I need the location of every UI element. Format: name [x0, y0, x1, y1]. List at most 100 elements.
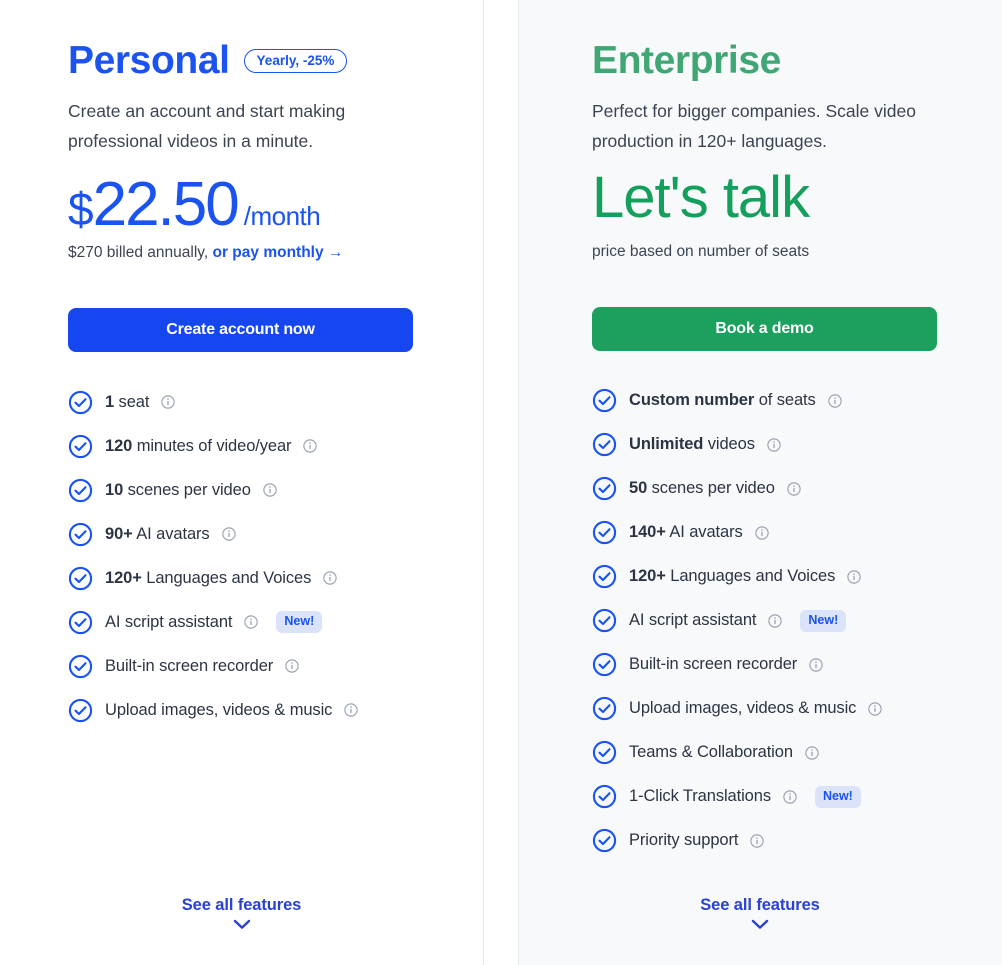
plan-card-personal: Personal Yearly, -25% Create an account …	[0, 0, 483, 965]
list-item: Built-in screen recorder	[592, 643, 972, 687]
page-title: Personal	[68, 39, 230, 82]
info-icon[interactable]	[787, 482, 801, 496]
checkmark-circle-icon	[592, 433, 617, 457]
pay-monthly-link[interactable]: or pay monthly →	[213, 244, 344, 261]
feature-label: 10 scenes per video	[105, 480, 251, 499]
checkmark-circle-icon	[68, 522, 93, 546]
checkmark-circle-icon	[592, 785, 617, 809]
list-item: AI script assistant New!	[68, 600, 453, 644]
list-item: Unlimited videos	[592, 423, 972, 467]
price-period: /month	[243, 201, 321, 231]
info-icon[interactable]	[783, 790, 797, 804]
yearly-discount-badge: Yearly, -25%	[243, 48, 348, 74]
price-currency: $	[68, 183, 94, 235]
list-item: Priority support	[592, 819, 972, 863]
info-icon[interactable]	[344, 703, 358, 717]
see-all-features-label[interactable]: See all features	[700, 896, 820, 914]
feature-label: 120 minutes of video/year	[105, 436, 292, 455]
feature-label: 120+ Languages and Voices	[629, 567, 836, 586]
create-account-button[interactable]: Create account now	[68, 308, 413, 352]
list-item: AI script assistant New!	[592, 599, 972, 643]
info-icon[interactable]	[303, 439, 318, 453]
see-all-features-enterprise[interactable]: See all features	[518, 896, 1002, 930]
feature-label: 1-Click Translations	[629, 787, 771, 806]
price-amount: 22.50	[92, 170, 240, 239]
feature-label: Teams & Collaboration	[629, 743, 793, 762]
list-item: 140+ AI avatars	[592, 511, 972, 555]
list-item: 1 seat	[68, 380, 453, 424]
see-all-features-label[interactable]: See all features	[182, 896, 302, 914]
info-icon[interactable]	[263, 483, 277, 497]
feature-list-personal: 1 seat 120 minutes of video/year 10 scen…	[68, 380, 453, 732]
feature-label: 140+ AI avatars	[629, 523, 743, 542]
list-item: 1-Click Translations New!	[592, 775, 972, 819]
feature-label: 1 seat	[105, 392, 150, 411]
see-all-features-personal[interactable]: See all features	[0, 896, 483, 930]
checkmark-circle-icon	[68, 654, 93, 678]
checkmark-circle-icon	[68, 390, 93, 414]
lets-talk-text: Let's talk	[592, 165, 810, 230]
info-icon[interactable]	[809, 658, 823, 672]
feature-label: 90+ AI avatars	[105, 524, 210, 543]
checkmark-circle-icon	[68, 698, 93, 722]
column-divider-right	[518, 0, 519, 965]
info-icon[interactable]	[323, 571, 337, 585]
checkmark-circle-icon	[592, 477, 617, 501]
new-badge: New!	[800, 610, 847, 632]
list-item: Built-in screen recorder	[68, 644, 453, 688]
book-demo-button[interactable]: Book a demo	[592, 306, 937, 351]
feature-label: AI script assistant	[105, 612, 233, 631]
plan-header-personal: Personal Yearly, -25%	[68, 38, 453, 84]
new-badge: New!	[814, 786, 861, 808]
list-item: 10 scenes per video	[68, 468, 453, 512]
billing-note-text: $270 billed annually,	[68, 244, 213, 261]
checkmark-circle-icon	[592, 565, 617, 589]
list-item: Upload images, videos & music	[592, 687, 972, 731]
list-item: 120+ Languages and Voices	[592, 555, 972, 599]
plan-description-enterprise: Perfect for bigger companies. Scale vide…	[592, 101, 916, 151]
price-display-enterprise: Let's talk	[592, 165, 972, 230]
price-display-personal: $ 22.50 /month	[68, 174, 453, 236]
feature-label: Upload images, videos & music	[105, 700, 333, 719]
info-icon[interactable]	[161, 395, 176, 409]
checkmark-circle-icon	[68, 434, 93, 458]
info-icon[interactable]	[244, 615, 259, 629]
feature-label: Upload images, videos & music	[629, 699, 857, 718]
chevron-down-icon[interactable]	[233, 919, 251, 930]
list-item: Teams & Collaboration	[592, 731, 972, 775]
checkmark-circle-icon	[592, 697, 617, 721]
checkmark-circle-icon	[68, 566, 93, 590]
checkmark-circle-icon	[592, 653, 617, 677]
checkmark-circle-icon	[592, 829, 617, 853]
checkmark-circle-icon	[592, 741, 617, 765]
info-icon[interactable]	[805, 746, 819, 760]
page-title-enterprise: Enterprise	[592, 39, 781, 82]
list-item: 90+ AI avatars	[68, 512, 453, 556]
pricing-plans-comparison: Personal Yearly, -25% Create an account …	[0, 0, 1002, 965]
list-item: 120 minutes of video/year	[68, 424, 453, 468]
feature-label: 50 scenes per video	[629, 479, 775, 498]
feature-list-enterprise: Custom number of seats Unlimited videos …	[592, 379, 972, 863]
feature-label: Built-in screen recorder	[629, 655, 798, 674]
plan-description-personal: Create an account and start making profe…	[68, 101, 346, 151]
list-item: 50 scenes per video	[592, 467, 972, 511]
info-icon[interactable]	[868, 702, 882, 716]
info-icon[interactable]	[847, 570, 861, 584]
checkmark-circle-icon	[592, 521, 617, 545]
checkmark-circle-icon	[592, 389, 617, 413]
info-icon[interactable]	[768, 614, 783, 628]
billing-note-personal: $270 billed annually, or pay monthly →	[68, 244, 453, 262]
info-icon[interactable]	[750, 834, 765, 848]
info-icon[interactable]	[754, 526, 769, 540]
chevron-down-icon[interactable]	[751, 919, 769, 930]
feature-label: 120+ Languages and Voices	[105, 568, 312, 587]
feature-label: AI script assistant	[629, 611, 757, 630]
new-badge: New!	[276, 611, 323, 633]
info-icon[interactable]	[221, 527, 236, 541]
list-item: Custom number of seats	[592, 379, 972, 423]
info-icon[interactable]	[767, 438, 781, 452]
plan-header-enterprise: Enterprise	[592, 38, 972, 84]
feature-label: Priority support	[629, 831, 739, 850]
info-icon[interactable]	[827, 394, 842, 408]
info-icon[interactable]	[285, 659, 299, 673]
